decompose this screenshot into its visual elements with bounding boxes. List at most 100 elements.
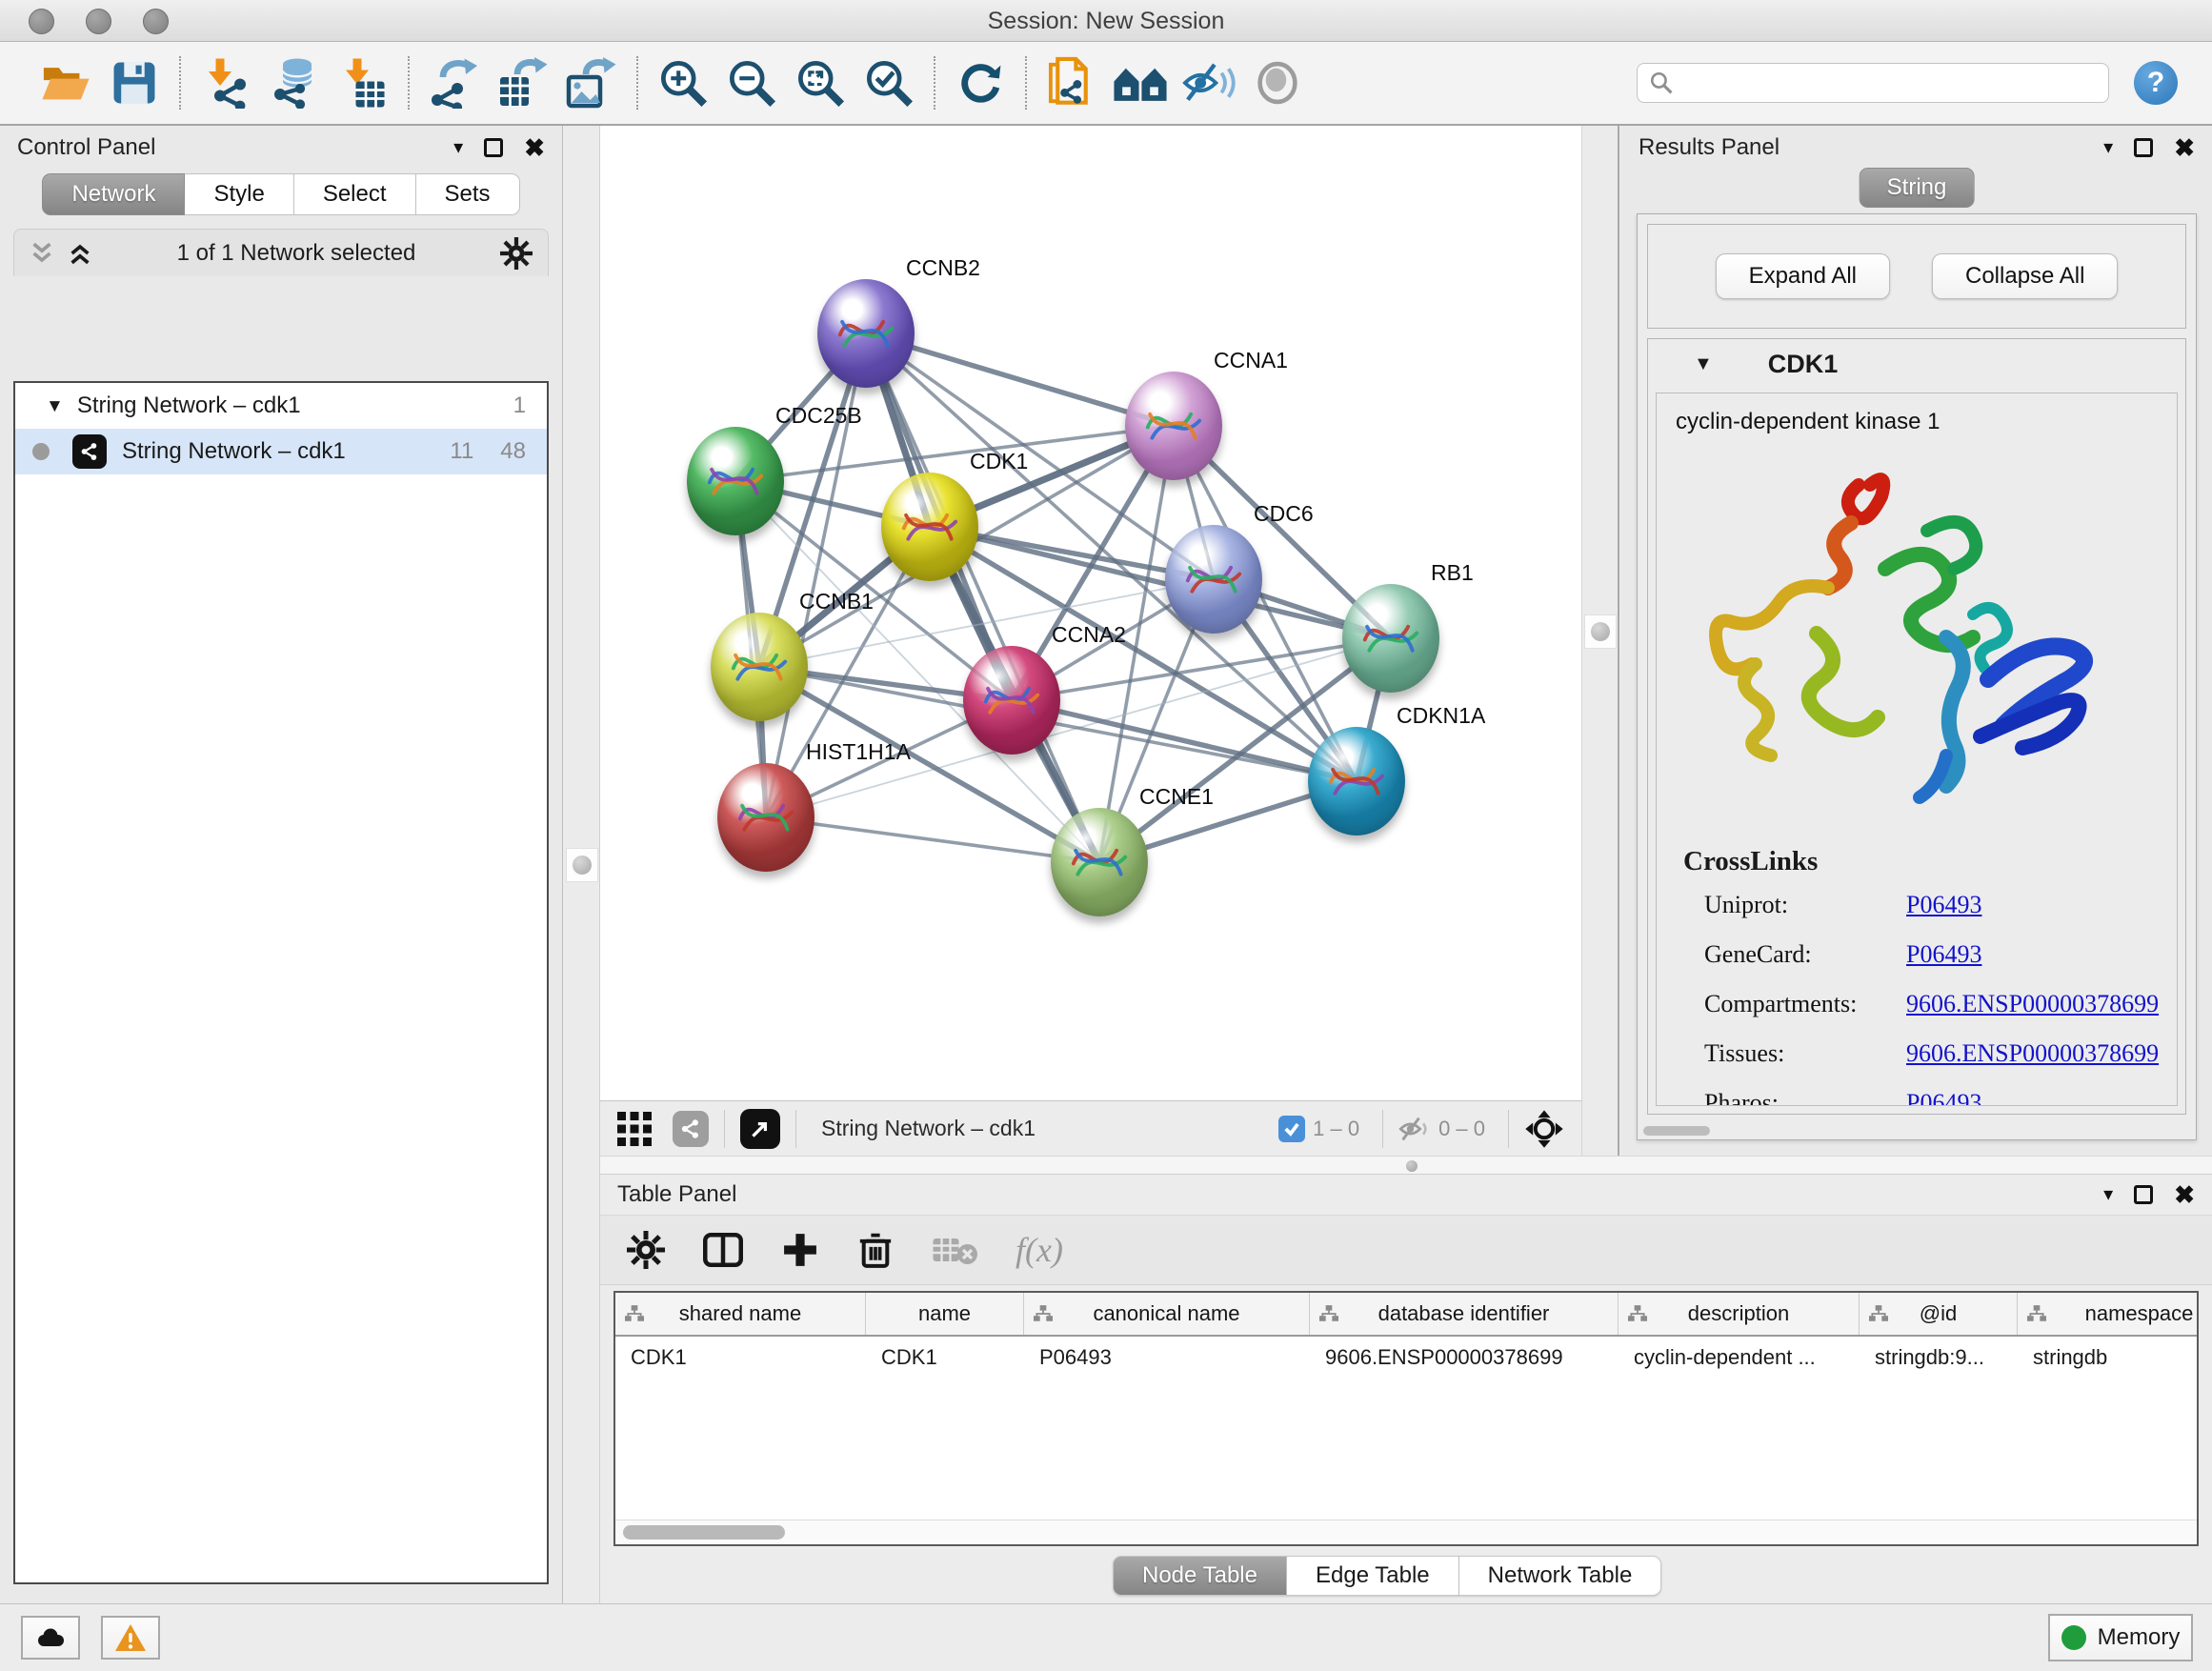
zoom-fit-button[interactable] (793, 53, 848, 112)
import-table-from-file-button[interactable] (335, 53, 391, 112)
left-splitter-grip[interactable] (566, 848, 598, 882)
export-table-button[interactable] (495, 53, 551, 112)
collapse-all-button[interactable]: Collapse All (1932, 253, 2118, 299)
tab-network-table[interactable]: Network Table (1459, 1556, 1662, 1596)
warning-status-button[interactable] (101, 1616, 160, 1660)
graph-edge[interactable] (766, 817, 1099, 862)
network-node[interactable] (963, 646, 1060, 755)
network-canvas[interactable]: CCNB2CCNA1CDC25BCDK1CDC6RB1CCNB1CCNA2CDK… (600, 126, 1581, 1100)
fit-selected-crosshair-icon[interactable] (1524, 1109, 1564, 1149)
panel-close-icon[interactable]: ✖ (524, 135, 545, 160)
column-header[interactable]: shared name (615, 1293, 866, 1335)
open-session-button[interactable] (38, 53, 93, 112)
hide-panel-button[interactable] (1181, 53, 1237, 112)
gear-icon[interactable] (500, 237, 533, 270)
column-header[interactable]: @id (1860, 1293, 2018, 1335)
zoom-selected-button[interactable] (861, 53, 916, 112)
network-node[interactable] (717, 763, 814, 872)
table-cell[interactable]: P06493 (1024, 1345, 1310, 1370)
right-splitter[interactable] (1581, 126, 1619, 1156)
panel-float-icon[interactable] (2134, 1185, 2153, 1204)
network-node[interactable] (1125, 372, 1222, 480)
network-node[interactable] (711, 613, 808, 721)
home-button[interactable] (1113, 53, 1168, 112)
table-settings-gear-icon[interactable] (627, 1231, 665, 1269)
network-node[interactable] (1308, 727, 1405, 836)
function-builder-button[interactable]: f(x) (1016, 1230, 1063, 1270)
tree-caret-icon[interactable]: ▼ (46, 397, 64, 415)
table-cell[interactable]: stringdb:9... (1860, 1345, 2018, 1370)
network-collection-row[interactable]: ▼ String Network – cdk1 1 (15, 383, 547, 429)
search-input[interactable] (1637, 63, 2109, 103)
tab-string[interactable]: String (1860, 168, 1975, 208)
table-cell[interactable]: cyclin-dependent ... (1619, 1345, 1860, 1370)
column-header[interactable]: description (1619, 1293, 1860, 1335)
memory-button[interactable]: Memory (2048, 1614, 2193, 1661)
expand-all-icon[interactable] (68, 240, 92, 267)
crosslink-value[interactable]: P06493 (1906, 891, 1981, 919)
column-header[interactable]: canonical name (1024, 1293, 1310, 1335)
graph-edge[interactable] (866, 333, 1099, 862)
selected-checkbox[interactable] (1278, 1116, 1305, 1142)
crosslink-value[interactable]: 9606.ENSP00000378699 (1906, 990, 2159, 1018)
panel-float-icon[interactable] (484, 138, 503, 157)
network-node[interactable] (817, 279, 915, 388)
expand-all-button[interactable]: Expand All (1716, 253, 1890, 299)
export-image-button[interactable] (564, 53, 619, 112)
crosslink-value[interactable]: P06493 (1906, 940, 1981, 969)
column-header[interactable]: namespace (2018, 1293, 2199, 1335)
network-node[interactable] (1342, 584, 1439, 693)
horizontal-splitter-grip[interactable] (1406, 1160, 1418, 1172)
table-cell[interactable]: CDK1 (866, 1345, 1024, 1370)
delete-column-icon[interactable] (857, 1231, 894, 1269)
zoom-out-button[interactable] (724, 53, 779, 112)
panel-float-icon[interactable] (2134, 138, 2153, 157)
table-horizontal-scrollbar[interactable] (615, 1520, 2197, 1544)
tab-sets[interactable]: Sets (416, 173, 520, 215)
import-network-from-database-button[interactable] (267, 53, 322, 112)
network-share-icon[interactable] (673, 1111, 709, 1147)
left-splitter[interactable] (564, 126, 600, 1603)
table-row[interactable]: CDK1 CDK1 P06493 9606.ENSP00000378699 cy… (615, 1337, 2197, 1379)
results-hscroll-thumb[interactable] (1643, 1126, 1710, 1136)
tab-select[interactable]: Select (294, 173, 416, 215)
tab-edge-table[interactable]: Edge Table (1287, 1556, 1459, 1596)
column-header[interactable]: name (866, 1293, 1024, 1335)
network-node[interactable] (687, 427, 784, 535)
birdseye-grid-icon[interactable] (617, 1112, 652, 1146)
zoom-in-button[interactable] (655, 53, 711, 112)
panel-collapse-icon[interactable]: ▾ (2103, 138, 2113, 157)
column-header[interactable]: database identifier (1310, 1293, 1619, 1335)
share-document-button[interactable] (1044, 53, 1099, 112)
refresh-layout-button[interactable] (953, 53, 1008, 112)
right-splitter-grip[interactable] (1584, 614, 1617, 649)
collapse-all-icon[interactable] (30, 240, 54, 267)
import-network-from-file-button[interactable] (198, 53, 253, 112)
panel-close-icon[interactable]: ✖ (2174, 1182, 2195, 1207)
external-link-icon[interactable] (740, 1109, 780, 1149)
crosslink-value[interactable]: 9606.ENSP00000378699 (1906, 1039, 2159, 1068)
add-column-icon[interactable] (781, 1231, 819, 1269)
tab-style[interactable]: Style (185, 173, 293, 215)
crosslink-value[interactable]: P06493 (1906, 1089, 1981, 1106)
network-node[interactable] (1165, 525, 1262, 634)
table-cell[interactable]: stringdb (2018, 1345, 2199, 1370)
result-entry-header[interactable]: ▼ CDK1 (1648, 339, 2185, 389)
horizontal-splitter[interactable] (600, 1156, 2212, 1175)
table-cell[interactable]: 9606.ENSP00000378699 (1310, 1345, 1619, 1370)
scrollbar-thumb[interactable] (623, 1525, 785, 1540)
table-cell[interactable]: CDK1 (615, 1345, 866, 1370)
help-button[interactable]: ? (2134, 61, 2178, 105)
entry-caret-icon[interactable]: ▼ (1694, 354, 1713, 373)
tab-network[interactable]: Network (42, 173, 185, 215)
tab-node-table[interactable]: Node Table (1113, 1556, 1287, 1596)
panel-close-icon[interactable]: ✖ (2174, 135, 2195, 160)
network-node[interactable] (1051, 808, 1148, 916)
panel-collapse-icon[interactable]: ▾ (453, 138, 463, 157)
show-panel-button[interactable] (1250, 53, 1305, 112)
cloud-status-button[interactable] (21, 1616, 80, 1660)
panel-collapse-icon[interactable]: ▾ (2103, 1185, 2113, 1204)
show-columns-icon[interactable] (703, 1231, 743, 1269)
save-session-button[interactable] (107, 53, 162, 112)
network-node[interactable] (881, 473, 978, 581)
